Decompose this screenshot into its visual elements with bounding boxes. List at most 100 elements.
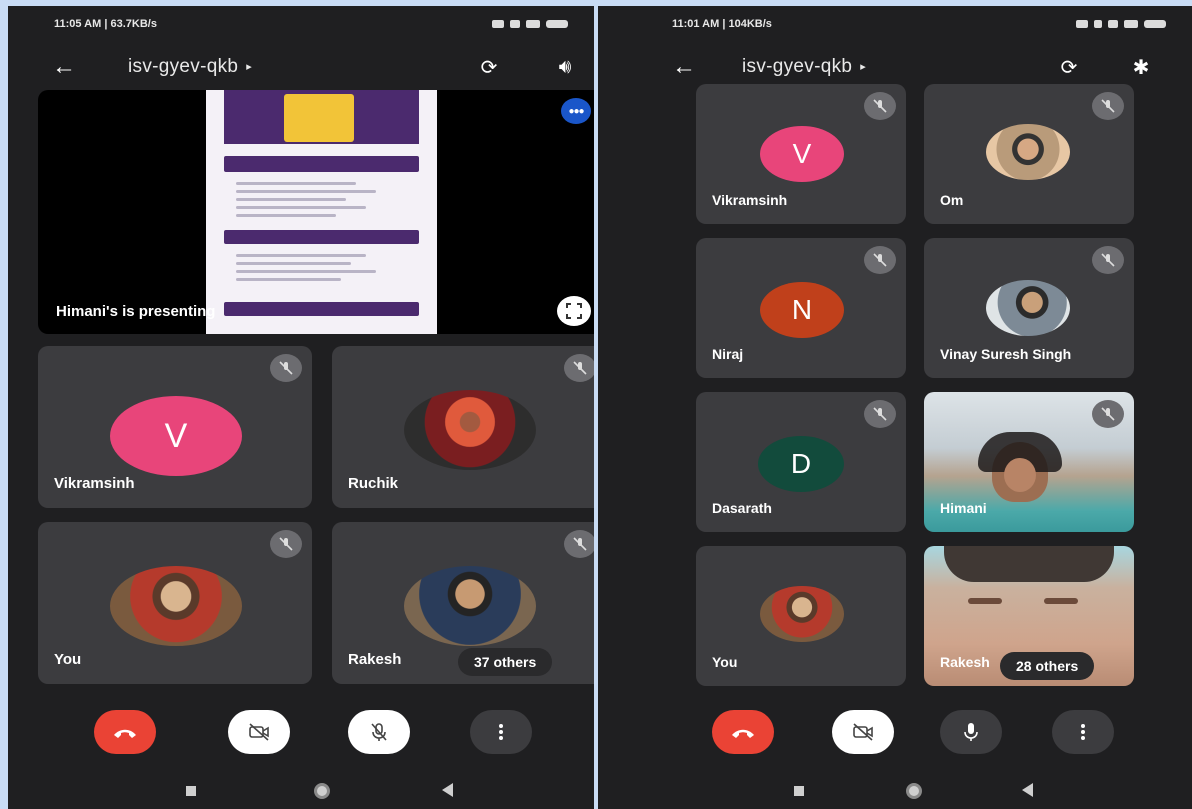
android-nav-bar: [8, 776, 594, 809]
participant-name: Dasarath: [712, 500, 772, 516]
avatar: N: [760, 282, 844, 338]
participant-name: Rakesh: [348, 651, 402, 668]
participant-name: Rakesh: [940, 654, 990, 670]
switch-camera-icon[interactable]: ⟳: [1056, 54, 1082, 80]
avatar-photo: [404, 390, 536, 470]
participant-name: Ruchik: [348, 475, 399, 492]
caret-right-icon: ▸: [860, 61, 867, 74]
video-hair: [944, 546, 1114, 582]
participant-video-tile[interactable]: Himani: [924, 392, 1134, 532]
recents-icon[interactable]: [186, 786, 196, 796]
end-call-button[interactable]: [94, 710, 156, 754]
participant-name: Vikramsinh: [54, 475, 135, 492]
more-options-button[interactable]: [1052, 710, 1114, 754]
signal-icon: [526, 20, 540, 28]
participant-tile[interactable]: N Niraj: [696, 238, 906, 378]
more-options-button[interactable]: [470, 710, 532, 754]
signal-icon: [1124, 20, 1138, 28]
bluetooth-status-icon: [1094, 20, 1102, 28]
phone-screen-left: 11:05 AM | 63.7KB/s ← isv-gyev-qkb ▸ ⟳ 🔊︎: [8, 6, 594, 809]
presentation-tile[interactable]: Himani's is presenting ●●●: [38, 90, 594, 334]
mic-off-icon: [564, 354, 594, 382]
mic-off-icon: [1092, 246, 1124, 274]
home-icon[interactable]: [314, 783, 330, 799]
participant-name: Himani: [940, 500, 987, 516]
camera-off-button[interactable]: [228, 710, 290, 754]
mic-off-icon: [270, 530, 302, 558]
participant-name: Vinay Suresh Singh: [940, 346, 1072, 362]
status-bar: 11:01 AM | 104KB/s: [598, 6, 1192, 42]
meeting-header: ← isv-gyev-qkb ▸ ⟳ 🔊︎: [8, 42, 594, 92]
meeting-code-text: isv-gyev-qkb: [128, 56, 239, 77]
meeting-code[interactable]: isv-gyev-qkb ▸: [128, 56, 252, 78]
avatar: V: [110, 396, 242, 476]
participant-name: You: [712, 654, 738, 670]
mic-off-icon: [864, 92, 896, 120]
fullscreen-icon[interactable]: [557, 296, 591, 326]
avatar-photo: [760, 586, 844, 642]
wifi-icon: [1076, 20, 1088, 28]
participant-name: Om: [940, 192, 964, 208]
bluetooth-icon[interactable]: ✱: [1128, 54, 1154, 80]
others-count[interactable]: 37 others: [458, 648, 553, 676]
meeting-code[interactable]: isv-gyev-qkb ▸: [742, 56, 866, 78]
participant-video-tile[interactable]: Rakesh 28 others: [924, 546, 1134, 686]
status-icons: [492, 20, 568, 28]
more-icon[interactable]: ●●●: [561, 98, 591, 124]
back-icon[interactable]: [1022, 783, 1033, 797]
avatar: V: [760, 126, 844, 182]
participant-tile[interactable]: You: [38, 522, 312, 684]
status-icons: [1076, 20, 1166, 28]
participant-tile[interactable]: V Vikramsinh: [696, 84, 906, 224]
battery-icon: [1144, 20, 1166, 28]
status-time: 11:05 AM | 63.7KB/s: [54, 18, 157, 30]
switch-camera-icon[interactable]: ⟳: [476, 54, 502, 80]
participant-tile[interactable]: V Vikramsinh: [38, 346, 312, 508]
mic-off-icon: [1092, 400, 1124, 428]
status-time: 11:01 AM | 104KB/s: [672, 18, 772, 30]
android-nav-bar: [598, 776, 1192, 809]
mic-off-icon: [864, 400, 896, 428]
end-call-button[interactable]: [712, 710, 774, 754]
participant-tile[interactable]: Rakesh 37 others: [332, 522, 594, 684]
status-bar: 11:05 AM | 63.7KB/s: [8, 6, 594, 42]
participant-tile[interactable]: Om: [924, 84, 1134, 224]
participant-tile[interactable]: Ruchik: [332, 346, 594, 508]
video-face: [1004, 458, 1036, 492]
recents-icon[interactable]: [794, 786, 804, 796]
avatar-photo: [404, 566, 536, 646]
avatar: D: [758, 436, 844, 492]
sim-icon: [510, 20, 520, 28]
home-icon[interactable]: [906, 783, 922, 799]
sim-icon: [1108, 20, 1118, 28]
mic-button[interactable]: [940, 710, 1002, 754]
mic-off-icon: [564, 530, 594, 558]
back-arrow-icon[interactable]: ←: [672, 53, 696, 81]
back-arrow-icon[interactable]: ←: [52, 53, 76, 81]
mic-off-icon: [270, 354, 302, 382]
participant-tile[interactable]: Vinay Suresh Singh: [924, 238, 1134, 378]
participant-name: Niraj: [712, 346, 744, 362]
back-icon[interactable]: [442, 783, 453, 797]
avatar-photo: [986, 124, 1070, 180]
mic-off-icon: [1092, 92, 1124, 120]
mic-off-button[interactable]: [348, 710, 410, 754]
avatar-photo: [986, 280, 1070, 336]
camera-off-button[interactable]: [832, 710, 894, 754]
others-count[interactable]: 28 others: [1000, 652, 1095, 680]
video-eye: [968, 598, 1002, 604]
phone-screen-right: 11:01 AM | 104KB/s ← isv-gyev-qkb ▸ ⟳ ✱ V…: [598, 6, 1192, 809]
wifi-icon: [492, 20, 504, 28]
participant-tile[interactable]: D Dasarath: [696, 392, 906, 532]
meeting-code-text: isv-gyev-qkb: [742, 56, 853, 77]
presenting-label: Himani's is presenting: [56, 303, 216, 320]
avatar-photo: [110, 566, 242, 646]
participant-name: You: [54, 651, 82, 668]
shared-slide: [206, 90, 437, 334]
mic-off-icon: [864, 246, 896, 274]
participant-tile[interactable]: You: [696, 546, 906, 686]
battery-icon: [546, 20, 568, 28]
caret-right-icon: ▸: [246, 61, 253, 74]
speaker-icon[interactable]: 🔊︎: [552, 54, 578, 80]
participant-name: Vikramsinh: [712, 192, 788, 208]
